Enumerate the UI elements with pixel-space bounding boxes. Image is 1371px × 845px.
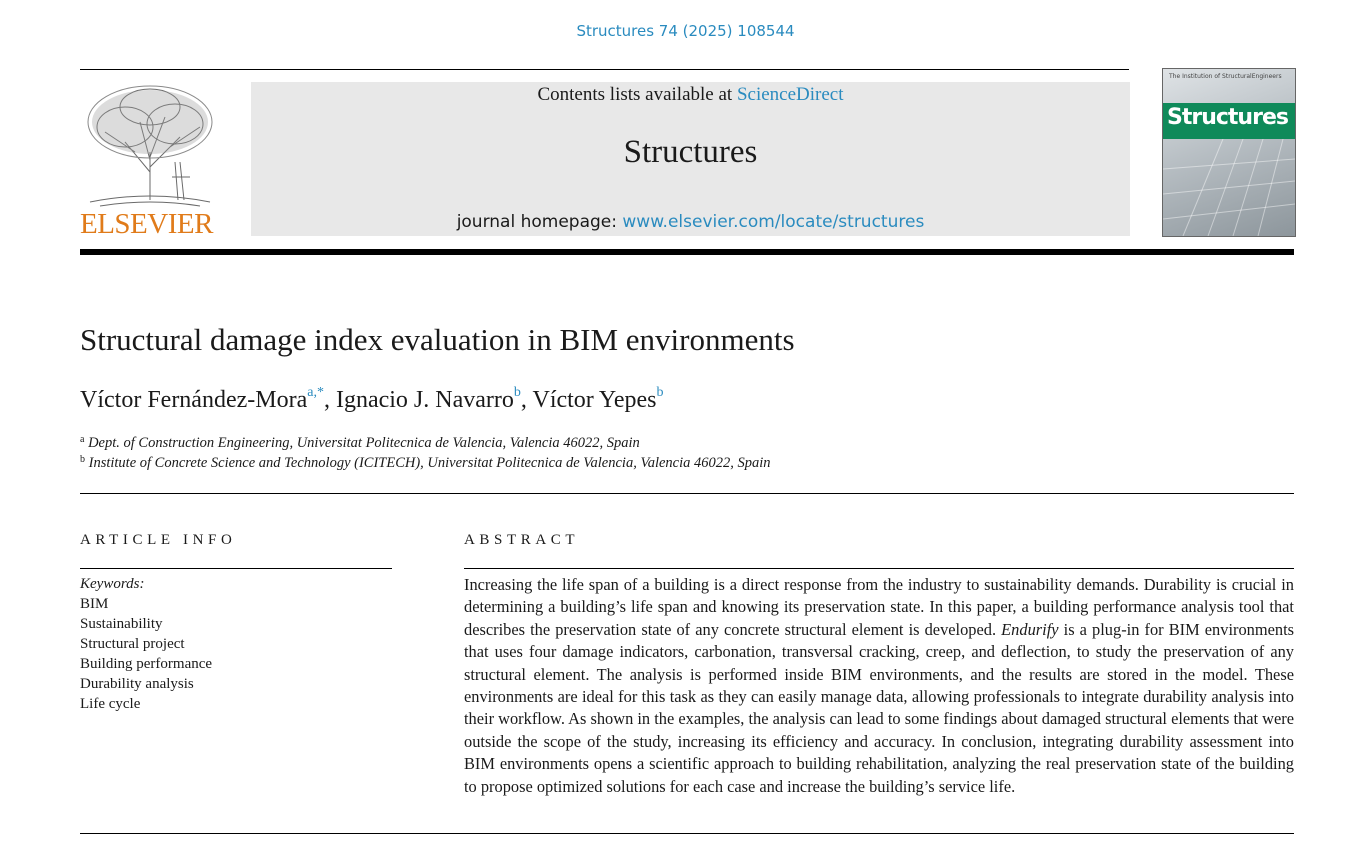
cover-publisher-text: The Institution of StructuralEngineers <box>1169 73 1282 80</box>
header-thick-rule <box>80 249 1294 255</box>
author-name[interactable]: Víctor Yepes <box>532 387 656 413</box>
article-info-heading: ARTICLE INFO <box>80 532 237 548</box>
keywords-label: Keywords: <box>80 576 145 592</box>
affiliations-rule <box>80 493 1294 494</box>
abstract-part-2: is a plug-in for BIM environments that u… <box>464 619 1295 796</box>
cover-title: Structures <box>1167 105 1289 130</box>
affiliation-mark: a <box>80 434 85 445</box>
abstract-text: Increasing the life span of a building i… <box>464 574 1294 798</box>
journal-cover-image[interactable]: The Institution of StructuralEngineers S… <box>1162 68 1296 237</box>
journal-banner: Contents lists available at ScienceDirec… <box>251 82 1130 236</box>
affiliation: a Dept. of Construction Engineering, Uni… <box>80 434 640 452</box>
abstract-heading: ABSTRACT <box>464 532 580 548</box>
author-affiliation-marks[interactable]: b <box>514 385 521 400</box>
affiliation-text: Dept. of Construction Engineering, Unive… <box>88 435 640 451</box>
article-title: Structural damage index evaluation in BI… <box>80 322 795 357</box>
abstract-bottom-rule <box>80 833 1294 834</box>
article-info-rule <box>80 568 392 569</box>
author-affiliation-marks[interactable]: a,* <box>307 385 324 400</box>
author-name[interactable]: Ignacio J. Navarro <box>336 387 514 413</box>
keyword-item: Durability analysis <box>80 676 194 692</box>
journal-citation-link[interactable]: Structures 74 (2025) 108544 <box>0 22 1371 40</box>
keyword-item: Building performance <box>80 656 213 672</box>
sciencedirect-link[interactable]: ScienceDirect <box>737 84 844 105</box>
cover-building-graphic <box>1163 138 1295 236</box>
elsevier-wordmark: ELSEVIER <box>80 208 213 240</box>
keyword-item: Life cycle <box>80 696 141 712</box>
keywords-list: Keywords: BIM Sustainability Structural … <box>80 574 212 714</box>
abstract-rule <box>464 568 1294 569</box>
homepage-line: journal homepage: www.elsevier.com/locat… <box>251 212 1130 232</box>
keyword-item: Structural project <box>80 636 185 652</box>
journal-title: Structures <box>623 134 758 170</box>
contents-line: Contents lists available at ScienceDirec… <box>251 84 1130 106</box>
affiliation-mark: b <box>80 454 85 465</box>
contents-prefix: Contents lists available at <box>537 84 737 105</box>
author-list: Víctor Fernández-Moraa,*, Ignacio J. Nav… <box>80 385 664 413</box>
affiliation-text: Institute of Concrete Science and Techno… <box>88 455 771 471</box>
author-affiliation-marks[interactable]: b <box>656 385 663 400</box>
keyword-item: Sustainability <box>80 616 163 632</box>
keyword-item: BIM <box>80 596 109 612</box>
homepage-link[interactable]: www.elsevier.com/locate/structures <box>622 212 924 232</box>
plugin-name-emphasis: Endurify <box>1001 619 1059 639</box>
header-rule <box>80 69 1129 70</box>
affiliation: b Institute of Concrete Science and Tech… <box>80 454 771 472</box>
author-name[interactable]: Víctor Fernández-Mora <box>80 387 307 413</box>
homepage-prefix: journal homepage: <box>456 212 623 232</box>
